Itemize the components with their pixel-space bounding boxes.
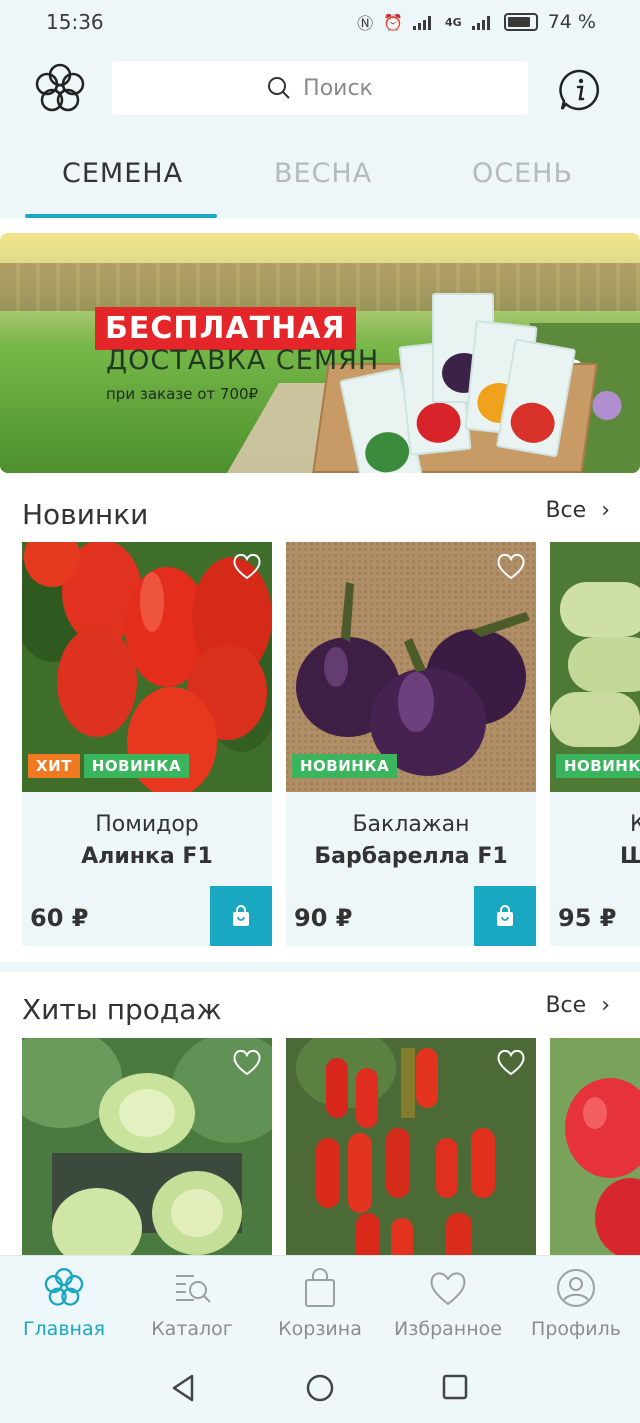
nfc-icon: Ⓝ [357,14,374,33]
nav-catalog-label: Каталог [151,1318,233,1340]
battery-icon [503,13,538,31]
nav-favorites-label: Избранное [394,1318,502,1340]
category-tabs: СЕМЕНА ВЕСНА ОСЕНЬ [0,140,640,218]
heart-icon [430,1272,466,1306]
add-to-cart-button[interactable] [210,886,272,946]
tomato-image [550,1038,640,1256]
flower-icon [44,1267,84,1306]
badge-group: ХИТ НОВИНКА [28,754,190,778]
chevron-right-icon: › [601,498,610,523]
add-to-cart-button[interactable] [474,886,536,946]
nav-cart[interactable]: Корзина [256,1266,384,1340]
product-card[interactable] [550,1038,640,1256]
nav-catalog[interactable]: Каталог [128,1266,256,1340]
logo-flower-icon[interactable] [32,61,88,117]
top-bar: Поиск [0,44,640,140]
banner-note: при заказе от 700₽ [106,385,259,403]
badge-new: НОВИНКА [556,754,640,778]
bottom-navigation: Главная Каталог Корзина Избранное Профил… [0,1255,640,1353]
product-variety: Барбарелла F1 [314,844,508,869]
product-card[interactable] [286,1038,536,1256]
shopping-bag-icon [497,905,513,926]
promo-banner[interactable]: БЕСПЛАТНАЯ ДОСТАВКА СЕМЯН при заказе от … [0,233,640,473]
product-price: 95 ₽ [558,904,617,932]
nav-home-label: Главная [22,1318,106,1340]
nav-home[interactable]: Главная [0,1266,128,1340]
section-title-new: Новинки [22,498,149,531]
banner-subline: ДОСТАВКА СЕМЯН [106,345,380,376]
see-all-new-link[interactable]: Все › [545,498,610,523]
network-type: 4G [445,15,462,29]
product-variety: Алинка F1 [81,844,213,869]
product-name: К [630,812,640,837]
battery-level: 74 % [547,11,596,33]
system-navigation-bar [0,1353,640,1423]
product-name: Помидор [95,812,199,837]
alarm-icon: ⏰ [383,12,404,32]
status-time: 15:36 [46,10,104,34]
profile-icon [557,1269,595,1307]
nav-cart-label: Корзина [278,1318,362,1340]
section-title-hits: Хиты продаж [22,993,222,1026]
nav-profile-label: Профиль [531,1318,621,1340]
badge-hit: ХИТ [28,754,80,778]
banner-headline: БЕСПЛАТНАЯ [95,307,356,350]
product-card[interactable]: НОВИНКА К Ш 95 ₽ [550,542,640,946]
section-divider [0,962,640,972]
see-all-hits-link[interactable]: Все › [545,993,610,1018]
search-input[interactable]: Поиск [112,61,528,115]
nav-favorites[interactable]: Избранное [384,1266,512,1340]
badge-new: НОВИНКА [292,754,398,778]
shopping-bag-icon [233,905,249,926]
search-icon [268,77,290,99]
product-price: 90 ₽ [294,904,353,932]
see-all-label: Все [545,498,587,523]
tab-semena[interactable]: СЕМЕНА [62,158,183,189]
product-card[interactable]: ХИТ НОВИНКА Помидор Алинка F1 60 ₽ [22,542,272,946]
home-circle-icon[interactable] [305,1373,335,1403]
hits-products-row [0,1036,640,1256]
info-icon[interactable] [558,68,602,112]
favorite-heart-icon[interactable] [496,552,526,580]
favorite-heart-icon[interactable] [232,552,262,580]
signal-icon-2 [471,16,490,30]
badge-group: НОВИНКА [556,754,640,778]
new-products-row: ХИТ НОВИНКА Помидор Алинка F1 60 ₽ НОВИН… [0,540,640,960]
badge-group: НОВИНКА [292,754,398,778]
status-icons: Ⓝ ⏰ 4G 74 % [357,10,596,34]
catalog-search-icon [176,1275,211,1303]
badge-new: НОВИНКА [83,754,190,778]
product-card[interactable]: НОВИНКА Баклажан Барбарелла F1 90 ₽ [286,542,536,946]
chevron-right-icon: › [601,993,610,1018]
shopping-bag-icon [305,1268,335,1307]
signal-icon [413,16,432,30]
tab-vesna[interactable]: ВЕСНА [274,158,372,189]
search-placeholder: Поиск [303,75,373,101]
see-all-label: Все [545,993,587,1018]
back-icon[interactable] [168,1373,198,1403]
banner-fence [0,263,640,311]
recents-square-icon[interactable] [441,1373,469,1401]
favorite-heart-icon[interactable] [232,1048,262,1076]
nav-profile[interactable]: Профиль [512,1266,640,1340]
product-image [550,1038,640,1256]
product-card[interactable] [22,1038,272,1256]
product-name: Баклажан [352,812,470,837]
tab-osen[interactable]: ОСЕНЬ [472,158,573,189]
status-bar: 15:36 Ⓝ ⏰ 4G 74 % [0,0,640,44]
product-variety: Ш [620,844,640,869]
favorite-heart-icon[interactable] [496,1048,526,1076]
product-price: 60 ₽ [30,904,89,932]
